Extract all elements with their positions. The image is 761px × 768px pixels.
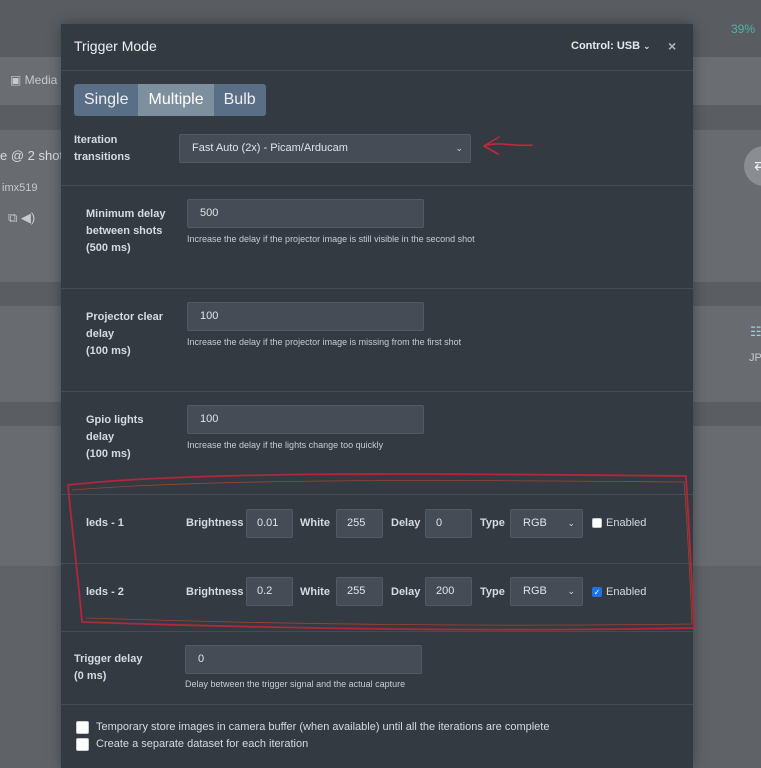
menu-fab-button[interactable]: ⇄: [744, 146, 761, 186]
progress-percent: 39%: [730, 22, 755, 36]
type-select[interactable]: RGB ⌄: [510, 577, 583, 606]
buffer-store-label: Temporary store images in camera buffer …: [96, 721, 550, 733]
trigger-delay-input[interactable]: 0: [185, 645, 422, 674]
chevron-down-icon: ⌄: [567, 518, 575, 528]
iteration-transitions-label: Iteration transitions: [74, 132, 130, 166]
label-line: transitions: [74, 151, 131, 163]
projector-clear-help: Increase the delay if the projector imag…: [187, 337, 462, 347]
divider: [61, 704, 693, 705]
label-line: (100 ms): [86, 448, 131, 460]
delay-label: Delay: [391, 586, 421, 598]
label-line: (500 ms): [86, 242, 131, 254]
brightness-input[interactable]: 0.01: [246, 509, 293, 538]
min-delay-label: Minimum delay between shots (500 ms): [86, 206, 165, 257]
sensor-label: imx519: [2, 182, 38, 194]
mode-single-button[interactable]: Single: [74, 84, 139, 116]
divider: [61, 185, 693, 186]
select-value: RGB: [523, 585, 547, 597]
label-line: delay: [86, 328, 115, 340]
speaker-icon[interactable]: ◀): [21, 210, 35, 225]
mode-bulb-button[interactable]: Bulb: [213, 84, 266, 116]
trigger-delay-help: Delay between the trigger signal and the…: [185, 679, 406, 689]
divider: [61, 288, 693, 289]
white-label: White: [300, 517, 330, 529]
select-value: Fast Auto (2x) - Picam/Arducam: [192, 142, 348, 154]
gpio-lights-input[interactable]: 100: [187, 405, 424, 434]
label-line: between shots: [86, 225, 163, 237]
format-label: JP: [749, 352, 761, 364]
label-line: Minimum delay: [86, 208, 166, 220]
trigger-mode-modal: Trigger Mode Control: USB ⌄ × Single Mult…: [61, 24, 693, 768]
gpio-lights-label: Gpio lights delay (100 ms): [86, 412, 143, 463]
modal-header: Trigger Mode Control: USB ⌄ ×: [61, 24, 693, 71]
enabled-checkbox[interactable]: ✓: [592, 587, 602, 597]
mode-segmented-control: Single Multiple Bulb: [74, 84, 266, 116]
divider: [61, 631, 693, 632]
settings-icon[interactable]: ☷: [750, 324, 761, 340]
brightness-label: Brightness: [186, 586, 244, 598]
brightness-label: Brightness: [186, 517, 244, 529]
close-button[interactable]: ×: [668, 38, 676, 54]
led-name: leds - 2: [86, 586, 124, 598]
label-line: delay: [86, 431, 115, 443]
chevron-down-icon: ⌄: [567, 586, 575, 596]
label-line: Gpio lights: [86, 414, 144, 426]
enabled-checkbox[interactable]: [592, 518, 602, 528]
separate-dataset-checkbox[interactable]: [76, 738, 89, 751]
label-line: Iteration: [74, 134, 118, 146]
label-line: Trigger delay: [74, 653, 143, 665]
white-input[interactable]: 255: [336, 509, 383, 538]
mode-multiple-button[interactable]: Multiple: [138, 84, 214, 116]
delay-input[interactable]: 0: [425, 509, 472, 538]
divider: [61, 563, 693, 564]
projector-clear-input[interactable]: 100: [187, 302, 424, 331]
chevron-down-icon: ⌄: [455, 143, 463, 153]
enabled-label: Enabled: [606, 586, 647, 598]
type-label: Type: [480, 517, 505, 529]
buffer-store-checkbox[interactable]: [76, 721, 89, 734]
led-name: leds - 1: [86, 517, 124, 529]
gpio-lights-help: Increase the delay if the lights change …: [187, 440, 384, 450]
white-input[interactable]: 255: [336, 577, 383, 606]
image-icon: ▣: [10, 73, 25, 87]
trigger-delay-label: Trigger delay (0 ms): [74, 651, 142, 685]
label-line: Projector clear: [86, 311, 164, 323]
type-select[interactable]: RGB ⌄: [510, 509, 583, 538]
enabled-label: Enabled: [606, 517, 647, 529]
separate-dataset-label: Create a separate dataset for each itera…: [96, 738, 309, 750]
delay-label: Delay: [391, 517, 421, 529]
label-line: (0 ms): [74, 670, 107, 682]
min-delay-help: Increase the delay if the projector imag…: [187, 234, 475, 244]
min-delay-input[interactable]: 500: [187, 199, 424, 228]
divider: [61, 494, 693, 495]
media-tab[interactable]: ▣ Media: [10, 73, 57, 87]
brightness-input[interactable]: 0.2: [246, 577, 293, 606]
white-label: White: [300, 586, 330, 598]
type-label: Type: [480, 586, 505, 598]
chevron-down-icon: ⌄: [643, 41, 651, 51]
camera-title: e @ 2 shots: [0, 148, 70, 163]
control-dropdown[interactable]: Control: USB ⌄: [571, 40, 651, 52]
select-value: RGB: [523, 517, 547, 529]
modal-title: Trigger Mode: [74, 38, 157, 54]
delay-input[interactable]: 200: [425, 577, 472, 606]
projector-clear-label: Projector clear delay (100 ms): [86, 309, 163, 360]
divider: [61, 391, 693, 392]
iteration-transitions-select[interactable]: Fast Auto (2x) - Picam/Arducam ⌄: [179, 134, 471, 163]
label-line: (100 ms): [86, 345, 131, 357]
copy-icon[interactable]: ⧉ ◀): [8, 210, 35, 226]
